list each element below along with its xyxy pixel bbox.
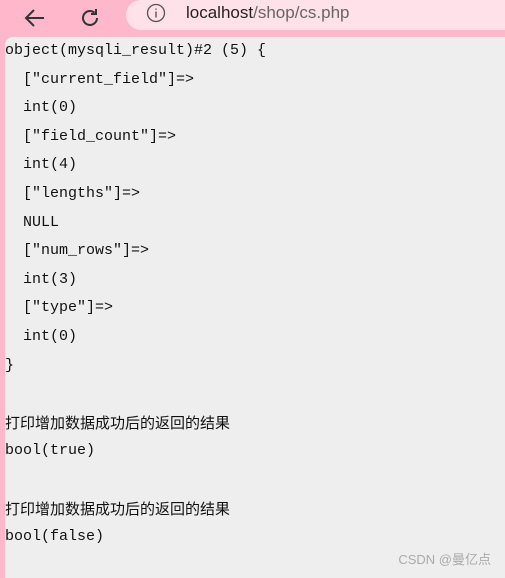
output-line: ["lengths"]=> bbox=[5, 184, 141, 202]
output-line: ["current_field"]=> bbox=[5, 70, 195, 88]
output-line: 打印增加数据成功后的返回的结果 bbox=[5, 413, 231, 432]
output-line: bool(true) bbox=[5, 442, 96, 460]
output-line: 打印增加数据成功后的返回的结果 bbox=[5, 499, 231, 518]
browser-toolbar: localhost/shop/cs.php bbox=[0, 0, 505, 36]
output-line: } bbox=[5, 356, 15, 374]
var-dump-output: object(mysqli_result)#2 (5) { ["current_… bbox=[5, 37, 266, 552]
url-path: /shop/cs.php bbox=[253, 3, 350, 22]
watermark: CSDN @曼亿点 bbox=[398, 552, 491, 567]
reload-icon[interactable] bbox=[76, 4, 104, 32]
output-line: ["field_count"]=> bbox=[5, 127, 177, 145]
info-icon[interactable] bbox=[146, 3, 166, 23]
output-line: int(3) bbox=[5, 270, 78, 288]
output-line: int(4) bbox=[5, 156, 78, 174]
output-line: ["type"]=> bbox=[5, 299, 114, 317]
output-line: int(0) bbox=[5, 327, 78, 345]
back-arrow-icon[interactable] bbox=[21, 4, 49, 32]
output-line: ["num_rows"]=> bbox=[5, 242, 150, 260]
url-host: localhost bbox=[186, 3, 254, 22]
output-line: bool(false) bbox=[5, 528, 105, 546]
output-line: NULL bbox=[5, 213, 60, 231]
output-line: object(mysqli_result)#2 (5) { bbox=[5, 42, 267, 59]
output-line: int(0) bbox=[5, 99, 78, 117]
page-content: object(mysqli_result)#2 (5) { ["current_… bbox=[5, 37, 505, 578]
url-text[interactable]: localhost/shop/cs.php bbox=[186, 3, 350, 23]
